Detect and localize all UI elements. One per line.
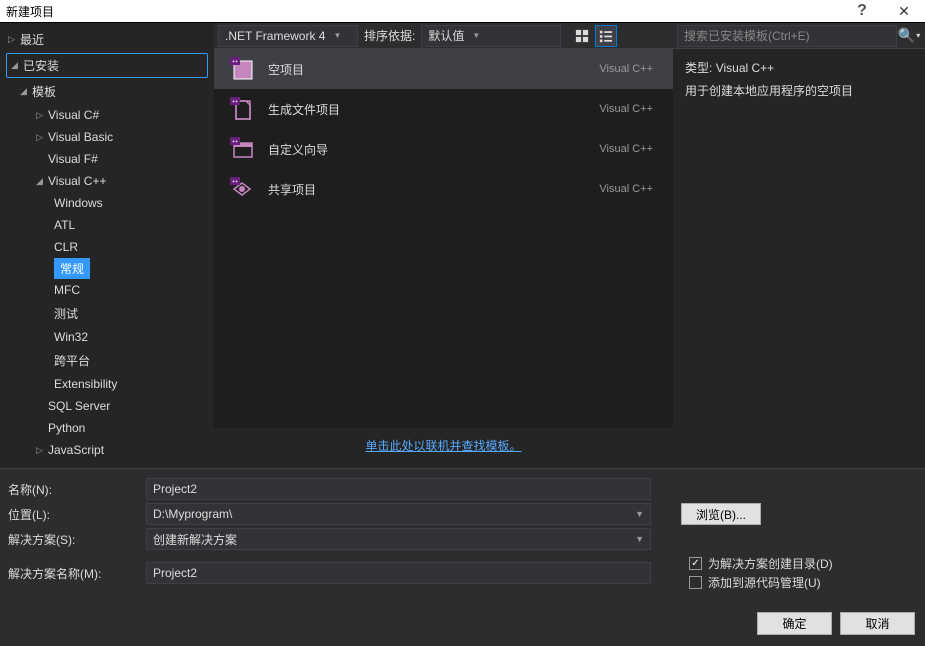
sidebar-item-csharp[interactable]: ▷Visual C# <box>0 104 214 126</box>
sort-label: 排序依据: <box>364 27 415 44</box>
svg-text:++: ++ <box>232 139 238 145</box>
cpp-project-icon: ++ <box>226 53 258 85</box>
sidebar: ▷最近 ◢已安装 ◢模板 ▷Visual C# ▷Visual Basic Vi… <box>0 23 214 468</box>
template-empty-project[interactable]: ++ 空项目 Visual C++ <box>214 49 673 89</box>
sort-dropdown[interactable]: 默认值▼ <box>421 25 561 47</box>
svg-text:++: ++ <box>232 59 238 65</box>
online-templates-link-row: 单击此处以联机并查找模板。 <box>214 428 673 468</box>
name-label: 名称(N): <box>8 481 138 498</box>
template-custom-wizard[interactable]: ++ 自定义向导 Visual C++ <box>214 129 673 169</box>
sidebar-item-fsharp[interactable]: Visual F# <box>0 148 214 170</box>
sidebar-item-atl[interactable]: ATL <box>0 214 214 236</box>
help-button[interactable]: ? <box>841 0 883 22</box>
solution-dropdown[interactable]: ▼ <box>146 528 651 550</box>
project-form: 名称(N): 位置(L): ▼ 浏览(B)... 解决方案(S): ▼ 解决方案… <box>0 468 925 604</box>
grid-icon <box>575 29 589 43</box>
close-button[interactable]: ✕ <box>883 0 925 22</box>
details-panel: 🔍▾ 类型: Visual C++ 用于创建本地应用程序的空项目 <box>673 23 925 468</box>
list-icon <box>599 29 613 43</box>
template-type: 类型: Visual C++ <box>685 59 913 78</box>
solution-input[interactable] <box>153 532 635 546</box>
svg-text:++: ++ <box>232 99 238 105</box>
search-input[interactable] <box>677 25 897 47</box>
svg-text:++: ++ <box>232 179 238 185</box>
location-label: 位置(L): <box>8 506 138 523</box>
search-icon: 🔍 <box>898 27 915 44</box>
sidebar-item-python[interactable]: Python <box>0 417 214 439</box>
view-list-button[interactable] <box>595 25 617 47</box>
source-control-checkbox[interactable] <box>689 576 702 589</box>
cpp-makefile-icon: ++ <box>226 93 258 125</box>
location-dropdown[interactable]: ▼ <box>146 503 651 525</box>
source-control-label: 添加到源代码管理(U) <box>708 574 821 591</box>
solution-name-input[interactable] <box>146 562 651 584</box>
cancel-button[interactable]: 取消 <box>840 612 915 635</box>
create-dir-label: 为解决方案创建目录(D) <box>708 555 833 572</box>
cpp-wizard-icon: ++ <box>226 133 258 165</box>
sidebar-item-crossplatform[interactable]: 跨平台 <box>0 348 214 373</box>
template-description: 用于创建本地应用程序的空项目 <box>685 82 913 101</box>
create-dir-checkbox[interactable] <box>689 557 702 570</box>
solution-label: 解决方案(S): <box>8 531 138 548</box>
sidebar-item-sqlserver[interactable]: SQL Server <box>0 395 214 417</box>
browse-button[interactable]: 浏览(B)... <box>681 503 761 525</box>
framework-dropdown[interactable]: .NET Framework 4▼ <box>218 25 358 47</box>
online-templates-link[interactable]: 单击此处以联机并查找模板。 <box>365 439 521 453</box>
chevron-down-icon: ▼ <box>635 534 644 544</box>
sidebar-item-windows[interactable]: Windows <box>0 192 214 214</box>
sidebar-item-win32[interactable]: Win32 <box>0 326 214 348</box>
view-grid-button[interactable] <box>571 25 593 47</box>
sidebar-installed[interactable]: ◢已安装 <box>6 53 208 78</box>
ok-button[interactable]: 确定 <box>757 612 832 635</box>
sidebar-item-mfc[interactable]: MFC <box>0 279 214 301</box>
sidebar-item-test[interactable]: 测试 <box>0 301 214 326</box>
sidebar-item-vb[interactable]: ▷Visual Basic <box>0 126 214 148</box>
sidebar-item-general[interactable]: 常规 <box>54 258 90 279</box>
sidebar-item-javascript[interactable]: ▷JavaScript <box>0 439 214 461</box>
sidebar-item-extensibility[interactable]: Extensibility <box>0 373 214 395</box>
titlebar: 新建项目 ? ✕ <box>0 0 925 22</box>
dialog-buttons: 确定 取消 <box>0 604 925 643</box>
cpp-shared-icon: ++ <box>226 173 258 205</box>
sidebar-recent[interactable]: ▷最近 <box>0 27 214 52</box>
dialog-title: 新建项目 <box>6 3 54 20</box>
sidebar-item-cpp[interactable]: ◢Visual C++ <box>0 170 214 192</box>
chevron-down-icon: ▼ <box>635 509 644 519</box>
project-name-input[interactable] <box>146 478 651 500</box>
location-input[interactable] <box>153 507 635 521</box>
sidebar-templates[interactable]: ◢模板 <box>0 79 214 104</box>
template-list: ++ 空项目 Visual C++ ++ 生成文件项目 Visual C++ +… <box>214 49 673 428</box>
template-makefile-project[interactable]: ++ 生成文件项目 Visual C++ <box>214 89 673 129</box>
search-button[interactable]: 🔍▾ <box>897 25 921 47</box>
toolbar: .NET Framework 4▼ 排序依据: 默认值▼ <box>214 23 673 49</box>
template-shared-project[interactable]: ++ 共享项目 Visual C++ <box>214 169 673 209</box>
solution-name-label: 解决方案名称(M): <box>8 565 138 582</box>
sidebar-item-clr[interactable]: CLR <box>0 236 214 258</box>
